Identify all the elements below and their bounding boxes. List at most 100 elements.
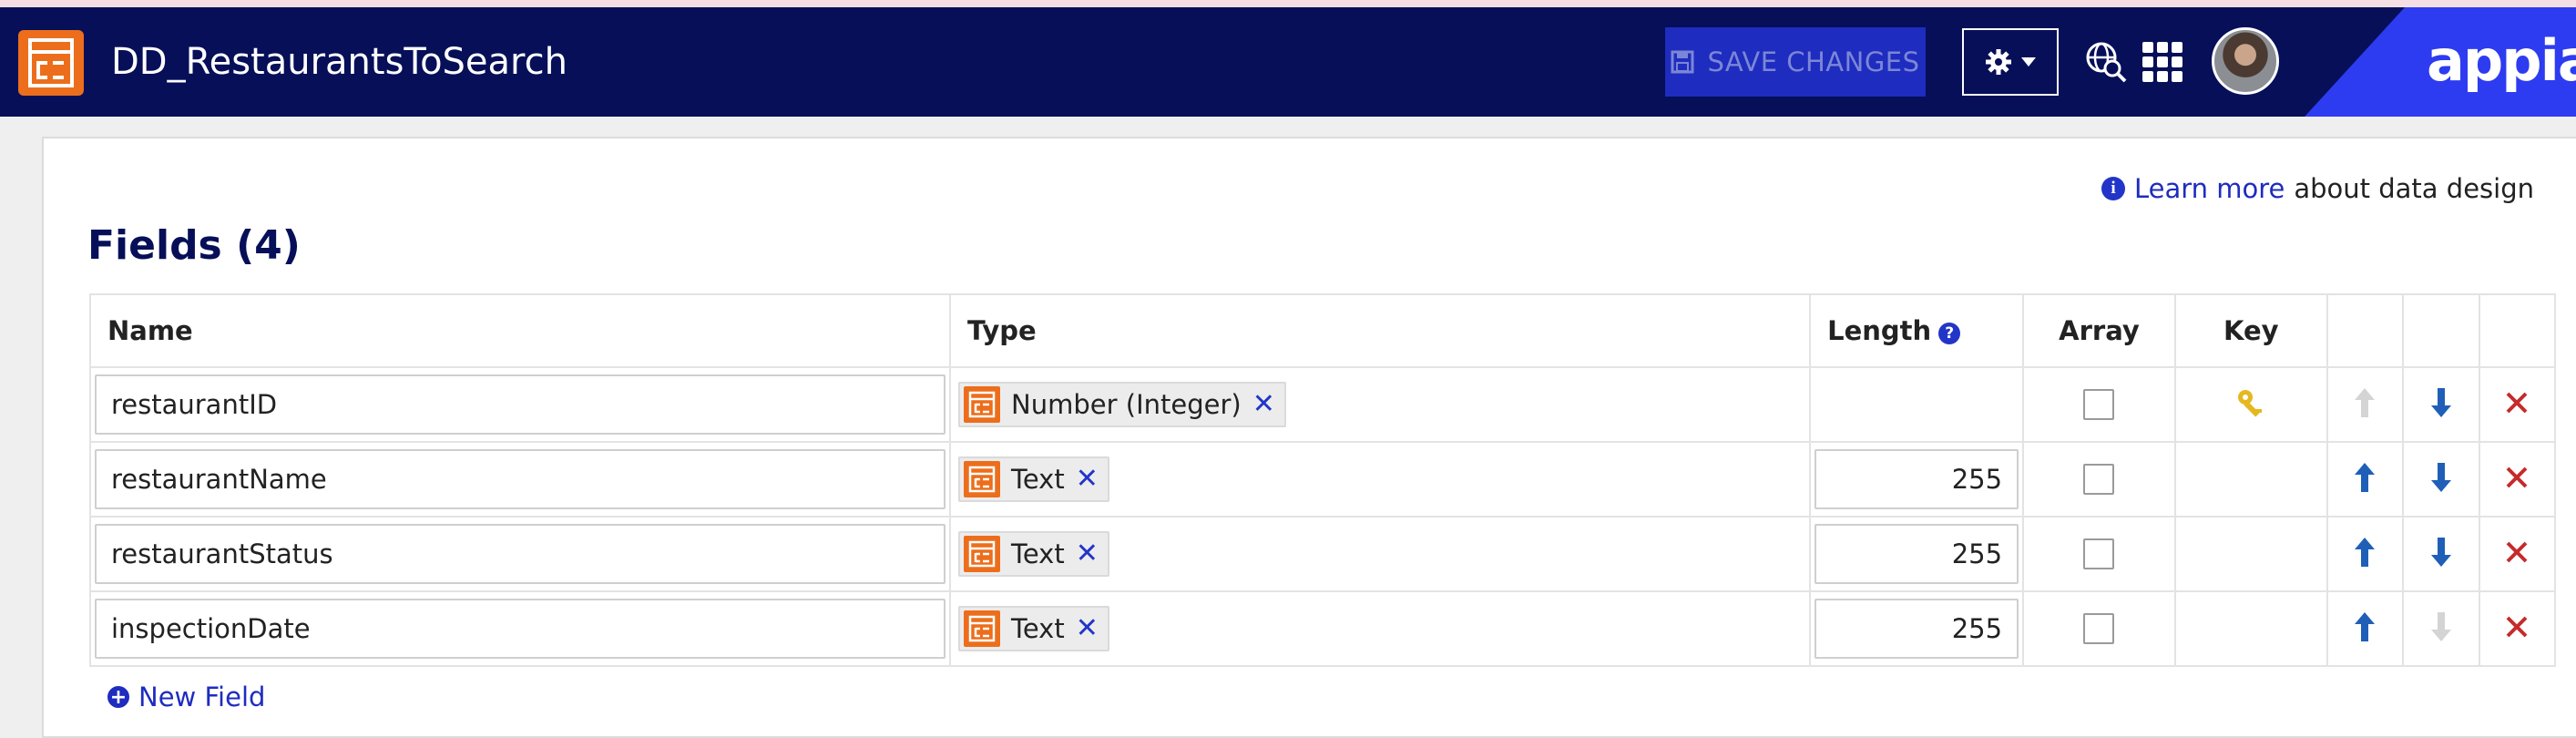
delete-cell [2478, 441, 2557, 518]
data-type-icon [964, 461, 1001, 497]
length-cell [1809, 590, 2025, 667]
globe-search-icon[interactable] [2084, 40, 2128, 84]
delete-row-icon[interactable] [2505, 466, 2529, 489]
learn-more-link[interactable]: Learn more [2134, 173, 2285, 204]
column-header-move-down [2402, 293, 2480, 368]
type-cell: Text ✕ [949, 441, 1812, 518]
move-down-cell [2402, 441, 2480, 518]
name-cell [88, 441, 952, 518]
delete-row-icon[interactable] [2505, 540, 2529, 564]
length-cell [1809, 366, 2025, 443]
delete-row-icon[interactable] [2505, 615, 2529, 639]
move-up-arrow-icon[interactable] [2353, 537, 2377, 568]
field-length-input[interactable] [1814, 524, 2019, 584]
field-name-input[interactable] [95, 599, 946, 659]
remove-type-icon[interactable]: ✕ [1252, 391, 1275, 418]
save-changes-label: SAVE CHANGES [1707, 46, 1920, 77]
move-down-cell [2402, 590, 2480, 667]
move-down-arrow-icon [2430, 612, 2451, 641]
chevron-down-icon [2021, 57, 2036, 67]
data-type-icon [964, 386, 1001, 423]
key-cell [2173, 441, 2328, 518]
remove-type-icon[interactable]: ✕ [1076, 615, 1099, 642]
type-tag[interactable]: Text ✕ [958, 606, 1109, 651]
array-cell [2022, 590, 2176, 667]
page-title: DD_RestaurantsToSearch [111, 41, 567, 83]
move-down-cell [2402, 366, 2480, 443]
move-up-cell [2326, 441, 2405, 518]
save-icon [1671, 50, 1694, 74]
data-type-icon [964, 536, 1001, 572]
type-tag[interactable]: Number (Integer) ✕ [958, 382, 1286, 427]
move-down-arrow-icon[interactable] [2429, 387, 2453, 418]
move-down-cell [2402, 516, 2480, 592]
delete-row-icon[interactable] [2505, 391, 2529, 415]
column-header-length-label: Length [1827, 315, 1932, 346]
user-avatar[interactable] [2212, 27, 2279, 95]
field-length-input[interactable] [1814, 449, 2019, 509]
type-cell: Text ✕ [949, 590, 1812, 667]
delete-cell [2478, 590, 2557, 667]
type-cell: Text ✕ [949, 516, 1812, 592]
array-checkbox[interactable] [2083, 464, 2115, 495]
remove-type-icon[interactable]: ✕ [1076, 466, 1099, 493]
table-header-row: Name Type Length? Array Key [88, 293, 2557, 368]
key-cell [2173, 590, 2328, 667]
array-cell [2022, 441, 2176, 518]
array-cell [2022, 366, 2176, 443]
array-checkbox[interactable] [2083, 389, 2115, 420]
info-icon: i [2101, 177, 2125, 200]
column-header-name: Name [88, 293, 952, 368]
column-header-type: Type [949, 293, 1812, 368]
move-up-cell [2326, 366, 2405, 443]
move-down-arrow-icon[interactable] [2429, 462, 2453, 493]
table-row: Text ✕ [88, 441, 2557, 518]
column-header-delete [2478, 293, 2557, 368]
move-up-arrow-icon[interactable] [2353, 462, 2377, 493]
type-label: Number (Integer) [1011, 389, 1242, 420]
app-launcher-grid-icon[interactable] [2142, 42, 2182, 82]
remove-type-icon[interactable]: ✕ [1076, 540, 1099, 568]
delete-cell [2478, 516, 2557, 592]
settings-menu-button[interactable] [1962, 28, 2059, 96]
column-header-array: Array [2022, 293, 2176, 368]
move-down-arrow-icon[interactable] [2429, 537, 2453, 568]
gear-icon [1986, 49, 2011, 75]
table-row: Text ✕ [88, 590, 2557, 667]
length-cell [1809, 441, 2025, 518]
save-changes-button[interactable]: SAVE CHANGES [1665, 27, 1926, 97]
field-length-input[interactable] [1814, 599, 2019, 659]
field-name-input[interactable] [95, 449, 946, 509]
data-type-icon [18, 30, 84, 96]
type-tag[interactable]: Text ✕ [958, 531, 1109, 577]
array-checkbox[interactable] [2083, 613, 2115, 644]
fields-table: Name Type Length? Array Key restaurantID… [88, 293, 2557, 667]
new-field-label: New Field [138, 682, 266, 712]
field-name-input[interactable] [95, 524, 946, 584]
move-up-arrow-icon [2355, 388, 2376, 417]
type-label: Text [1011, 464, 1065, 495]
learn-more-suffix: about data design [2294, 173, 2534, 204]
array-cell [2022, 516, 2176, 592]
move-up-cell [2326, 516, 2405, 592]
field-name-input[interactable] [95, 374, 946, 435]
name-cell [88, 590, 952, 667]
column-header-move-up [2326, 293, 2405, 368]
array-checkbox[interactable] [2083, 538, 2115, 569]
move-up-arrow-icon[interactable] [2353, 611, 2377, 642]
column-header-key: Key [2173, 293, 2328, 368]
type-label: Text [1011, 538, 1065, 569]
new-field-link[interactable]: + New Field [107, 682, 265, 712]
appian-logo: appian [2427, 27, 2576, 94]
learn-more-row: i Learn more about data design [2101, 173, 2534, 204]
table-row: Text ✕ [88, 516, 2557, 592]
delete-cell [2478, 366, 2557, 443]
key-cell [2173, 516, 2328, 592]
data-type-icon [964, 610, 1001, 647]
app-header: DD_RestaurantsToSearch SAVE CHANGES appi [0, 7, 2576, 117]
primary-key-icon[interactable] [2235, 387, 2266, 418]
help-icon[interactable]: ? [1938, 323, 1961, 344]
top-accent-stripe [0, 0, 2576, 7]
type-tag[interactable]: Text ✕ [958, 456, 1109, 502]
type-cell: Number (Integer) ✕ [949, 366, 1812, 443]
